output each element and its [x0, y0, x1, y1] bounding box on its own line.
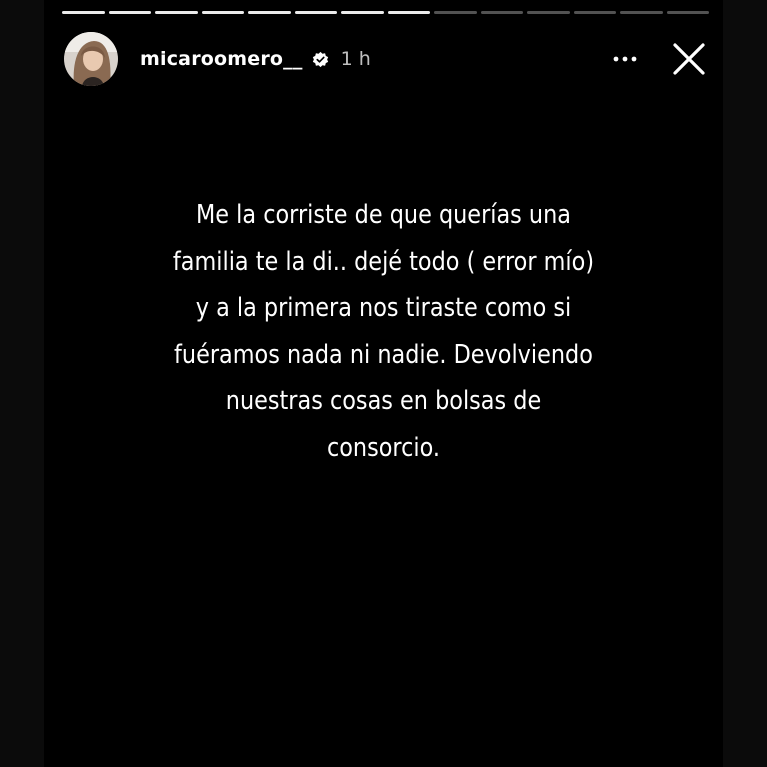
story-progress-segment: [201, 11, 244, 14]
more-options-icon[interactable]: [607, 44, 643, 74]
story-progress-segment: [387, 11, 430, 14]
story-header: micaroomero__ 1 h: [64, 30, 709, 88]
story-progress-segment: [108, 11, 151, 14]
story-text-line: familia te la di.. dejé todo ( error mío…: [172, 246, 595, 277]
story-text-line: fuéramos nada ni nadie. Devolviendo: [174, 339, 593, 370]
story-progress-segment: [248, 11, 291, 14]
story-progress-bar: [62, 11, 709, 14]
story-progress-segment: [155, 11, 198, 14]
post-time: 1 h: [340, 48, 371, 70]
story-progress-segment: [620, 11, 663, 14]
avatar[interactable]: [64, 32, 118, 86]
close-icon[interactable]: [669, 39, 709, 79]
story-progress-segment: [666, 11, 709, 14]
story-progress-segment: [62, 11, 105, 14]
story-text-line: Me la corriste de que querías una: [196, 200, 571, 230]
story-text: Me la corriste de que querías una famili…: [44, 192, 723, 471]
story-progress-segment: [434, 11, 477, 14]
story-text-line: y a la primera nos tiraste como si: [195, 293, 572, 323]
story-progress-segment: [480, 11, 523, 14]
screen: micaroomero__ 1 h Me la corriste de que …: [0, 0, 767, 767]
story-text-line: nuestras cosas en bolsas de: [225, 386, 542, 416]
story-viewer[interactable]: micaroomero__ 1 h Me la corriste de que …: [44, 0, 723, 767]
story-progress-segment: [341, 11, 384, 14]
verified-badge-icon: [312, 51, 329, 68]
story-progress-segment: [294, 11, 337, 14]
username[interactable]: micaroomero__: [140, 48, 303, 70]
story-progress-segment: [573, 11, 616, 14]
story-text-line: consorcio.: [326, 432, 441, 463]
story-progress-segment: [527, 11, 570, 14]
